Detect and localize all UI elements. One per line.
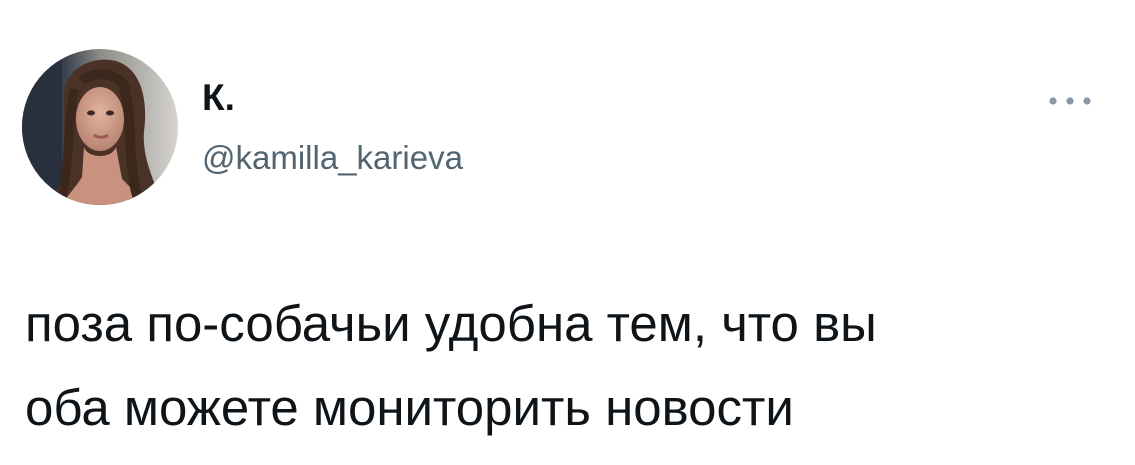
display-name[interactable]: К. — [202, 78, 235, 118]
more-horizontal-icon — [1049, 97, 1091, 105]
profile-photo-icon — [22, 49, 178, 205]
more-options-button[interactable] — [1044, 88, 1096, 114]
avatar[interactable] — [22, 49, 178, 205]
tweet-card: К. @kamilla_karieva поза по-собачьи удоб… — [0, 0, 1135, 465]
tweet-text: поза по-собачьи удобна тем, что вы оба м… — [25, 295, 877, 436]
user-handle[interactable]: @kamilla_karieva — [202, 139, 463, 177]
